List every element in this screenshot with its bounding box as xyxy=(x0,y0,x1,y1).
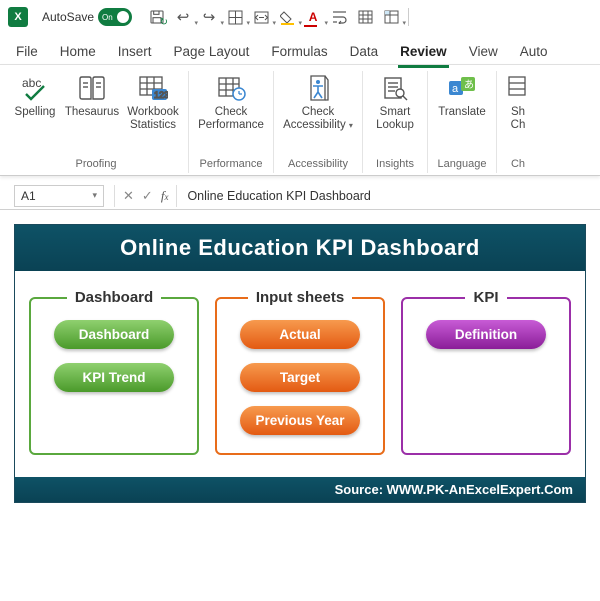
tab-home[interactable]: Home xyxy=(58,42,98,65)
accessibility-icon xyxy=(301,73,335,103)
group-insights: Smart Lookup Insights xyxy=(363,71,428,173)
pill-target[interactable]: Target xyxy=(240,363,360,392)
freeze-panes-icon[interactable]: ▾ xyxy=(382,8,400,26)
dashboard-title: Online Education KPI Dashboard xyxy=(15,225,585,271)
thesaurus-button[interactable]: Thesaurus xyxy=(64,71,120,119)
wrap-text-icon[interactable] xyxy=(330,8,348,26)
fill-color-icon[interactable]: ▾ xyxy=(278,8,296,26)
workbook-statistics-button[interactable]: 123 Workbook Statistics xyxy=(124,71,182,132)
tab-review[interactable]: Review xyxy=(398,42,449,68)
tab-formulas[interactable]: Formulas xyxy=(269,42,329,65)
card-dashboard: Dashboard Dashboard KPI Trend xyxy=(29,289,199,455)
merge-icon[interactable]: ▾ xyxy=(252,8,270,26)
name-box[interactable]: A1 ▾ xyxy=(14,185,104,207)
undo-icon[interactable]: ↩▾ xyxy=(174,8,192,26)
show-changes-icon xyxy=(501,73,535,103)
spelling-button[interactable]: abc Spelling xyxy=(10,71,60,119)
save-icon[interactable]: ↻ xyxy=(148,8,166,26)
check-performance-icon xyxy=(214,73,248,103)
pill-actual[interactable]: Actual xyxy=(240,320,360,349)
group-proofing: abc Spelling Thesaurus 123 Workbook Stat… xyxy=(4,71,189,173)
enter-formula-icon[interactable]: ✓ xyxy=(142,188,153,204)
cancel-formula-icon[interactable]: ✕ xyxy=(123,188,134,204)
svg-text:abc: abc xyxy=(22,76,41,90)
pill-dashboard[interactable]: Dashboard xyxy=(54,320,174,349)
tab-data[interactable]: Data xyxy=(348,42,381,65)
thesaurus-icon xyxy=(75,73,109,103)
group-changes: Sh Ch Ch xyxy=(497,71,539,173)
tab-automate[interactable]: Auto xyxy=(518,42,550,65)
card-kpi-legend: KPI xyxy=(465,289,506,306)
quick-access-toolbar: ↻ ↩▾ ↪▾ ▾ ▾ ▾ A ▾ ▾ xyxy=(148,8,409,26)
tab-file[interactable]: File xyxy=(14,42,40,65)
autosave-toggle[interactable]: On xyxy=(98,8,132,26)
svg-text:あ: あ xyxy=(464,79,474,91)
qat-separator xyxy=(408,8,409,26)
font-color-icon[interactable]: A ▾ xyxy=(304,8,322,26)
tab-insert[interactable]: Insert xyxy=(116,42,154,65)
tab-page-layout[interactable]: Page Layout xyxy=(172,42,252,65)
pill-kpi-trend[interactable]: KPI Trend xyxy=(54,363,174,392)
svg-text:123: 123 xyxy=(154,90,168,100)
translate-icon: aあ xyxy=(445,73,479,103)
pill-previous-year[interactable]: Previous Year xyxy=(240,406,360,435)
autosave-control[interactable]: AutoSave On xyxy=(42,8,132,26)
formula-input[interactable]: Online Education KPI Dashboard xyxy=(177,189,600,203)
ribbon-tabs: File Home Insert Page Layout Formulas Da… xyxy=(0,34,600,64)
format-table-icon[interactable] xyxy=(356,8,374,26)
fx-icon[interactable]: fx xyxy=(161,188,169,204)
card-input-legend: Input sheets xyxy=(248,289,352,306)
chevron-down-icon: ▾ xyxy=(349,121,353,130)
group-accessibility: Check Accessibility ▾ Accessibility xyxy=(274,71,363,173)
ribbon-panel: abc Spelling Thesaurus 123 Workbook Stat… xyxy=(0,64,600,176)
card-kpi: KPI Definition xyxy=(401,289,571,455)
workbook-statistics-icon: 123 xyxy=(136,73,170,103)
check-performance-button[interactable]: Check Performance xyxy=(195,71,267,132)
translate-button[interactable]: aあ Translate xyxy=(434,71,490,119)
spelling-icon: abc xyxy=(18,73,52,103)
group-performance: Check Performance Performance xyxy=(189,71,274,173)
autosave-label: AutoSave xyxy=(42,10,94,24)
redo-icon[interactable]: ↪▾ xyxy=(200,8,218,26)
worksheet-area: Online Education KPI Dashboard Dashboard… xyxy=(0,210,600,503)
borders-icon[interactable]: ▾ xyxy=(226,8,244,26)
smart-lookup-button[interactable]: Smart Lookup xyxy=(369,71,421,132)
group-language: aあ Translate Language xyxy=(428,71,497,173)
tab-view[interactable]: View xyxy=(467,42,500,65)
check-accessibility-button[interactable]: Check Accessibility ▾ xyxy=(280,71,356,132)
smart-lookup-icon xyxy=(378,73,412,103)
show-changes-button[interactable]: Sh Ch xyxy=(503,71,533,132)
dashboard-footer: Source: WWW.PK-AnExcelExpert.Com xyxy=(15,477,585,502)
excel-app-icon: X xyxy=(8,7,28,27)
card-dashboard-legend: Dashboard xyxy=(67,289,161,306)
chevron-down-icon[interactable]: ▾ xyxy=(92,190,97,201)
pill-definition[interactable]: Definition xyxy=(426,320,546,349)
formula-bar: A1 ▾ ✕ ✓ fx Online Education KPI Dashboa… xyxy=(0,182,600,210)
title-bar: X AutoSave On ↻ ↩▾ ↪▾ ▾ ▾ ▾ A ▾ xyxy=(0,0,600,34)
card-input-sheets: Input sheets Actual Target Previous Year xyxy=(215,289,385,455)
dashboard-frame: Online Education KPI Dashboard Dashboard… xyxy=(14,224,586,503)
svg-text:a: a xyxy=(452,83,459,95)
